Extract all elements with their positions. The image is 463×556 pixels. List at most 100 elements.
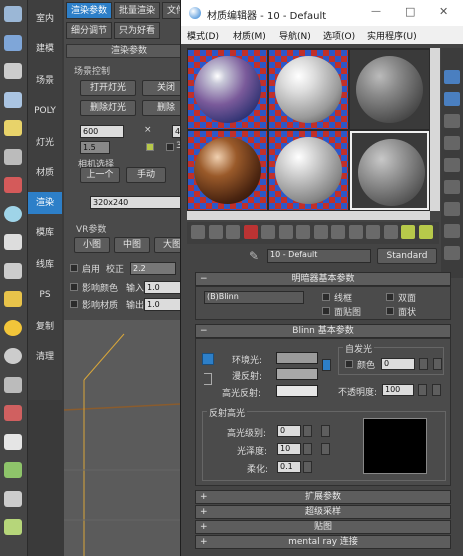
show-end-result-icon[interactable] [348,225,363,239]
blinn-params-header[interactable]: − Blinn 基本参数 [195,324,451,338]
material-id-icon[interactable] [313,225,328,239]
make-unique-icon[interactable] [278,225,293,239]
layers-icon[interactable] [4,91,22,108]
spray-icon[interactable] [4,405,22,421]
robot-icon[interactable] [4,177,22,193]
extended-params-header[interactable]: + 扩展参数 [195,490,451,504]
menu-material[interactable]: 材质(M) [233,29,266,42]
small-image-button[interactable]: 小图 [74,237,110,253]
grid-icon[interactable] [4,376,22,393]
left-tab-11[interactable]: 清理 [28,346,62,368]
selection-icon[interactable] [4,34,22,51]
checkbox-30[interactable] [166,143,174,151]
list-icon[interactable] [4,63,22,79]
minimize-button[interactable]: — [371,6,381,17]
go-forward-icon[interactable] [383,225,398,239]
diffuse-swatch[interactable] [276,368,318,380]
maps-header[interactable]: + 贴图 [195,520,451,534]
material-name-field[interactable]: 10 - Default [267,249,371,263]
soften-spinner[interactable] [303,461,312,473]
self-illum-map-button[interactable] [433,358,442,370]
correct-value-field[interactable]: 2.2 [130,262,176,275]
spec-level-value[interactable]: 0 [277,425,301,437]
spec-level-map-button[interactable] [321,425,330,437]
two-sided-checkbox[interactable] [386,293,394,301]
close-button[interactable]: ✕ [439,5,448,18]
supersampling-header[interactable]: + 超级采样 [195,505,451,519]
select-by-material-icon[interactable] [444,224,460,238]
glossiness-value[interactable]: 10 [277,443,301,455]
face-map-checkbox[interactable] [322,307,330,315]
wire-checkbox[interactable] [322,293,330,301]
tab-subdivision[interactable]: 细分调节 [66,22,112,39]
left-tab-10[interactable]: 复制 [28,316,62,338]
tab-batch-render[interactable]: 批量渲染 [114,2,160,19]
green-toggle-icon[interactable] [146,143,154,151]
left-tab-0[interactable]: 室内 [28,8,62,30]
left-tab-1[interactable]: 建模 [28,38,62,60]
opacity-spinner[interactable] [418,384,427,396]
ambient-swatch[interactable] [276,352,318,364]
viewport[interactable] [64,320,194,556]
medium-image-button[interactable]: 中图 [114,237,150,253]
value-field-600[interactable]: 600 [80,125,124,138]
menu-options[interactable]: 选项(O) [323,29,355,42]
lamp-icon[interactable] [4,120,22,136]
material-navigator-icon[interactable] [444,246,460,260]
sphere-icon[interactable] [4,205,22,222]
maximize-button[interactable]: □ [405,5,415,18]
get-material-icon[interactable] [191,225,205,239]
teapot-icon[interactable] [4,6,22,22]
sun-icon[interactable] [4,319,22,336]
soften-value[interactable]: 0.1 [277,461,301,473]
spec-level-spinner[interactable] [303,425,312,437]
slots-horizontal-scrollbar[interactable] [187,211,430,220]
faceted-checkbox[interactable] [386,307,394,315]
slot-wood-sphere[interactable] [188,131,267,210]
prev-camera-button[interactable]: 上一个 [80,167,120,183]
self-illum-value[interactable]: 0 [381,358,415,370]
self-illum-spinner[interactable] [419,358,428,370]
left-tab-7[interactable]: 模库 [28,222,62,244]
open-lights-button[interactable]: 打开灯光 [80,80,136,96]
put-to-scene-icon[interactable] [208,225,223,239]
opacity-value[interactable]: 100 [382,384,414,396]
hf-icon[interactable] [4,490,22,507]
delete-lights-button[interactable]: 删除灯光 [80,100,136,116]
uv-tiling-icon[interactable] [444,136,460,150]
glossiness-spinner[interactable] [303,443,312,455]
make-copy-icon[interactable] [261,225,275,239]
assign-to-selection-icon[interactable] [226,225,240,239]
torus-icon[interactable] [4,348,22,364]
slot-marble-sphere[interactable] [269,131,348,210]
tab-only-pretty[interactable]: 只为好看 [114,22,160,39]
text-icon[interactable] [4,234,22,250]
show-map-icon[interactable] [331,225,345,239]
menu-mode[interactable]: 模式(D) [187,29,219,42]
glossiness-map-button[interactable] [321,443,330,455]
slot-default-sphere[interactable] [350,131,429,210]
left-tab-4[interactable]: 灯光 [28,132,62,154]
tab-render-params[interactable]: 渲染参数 [66,2,112,19]
reset-icon[interactable] [243,225,258,239]
mental-ray-header[interactable]: + mental ray 连接 [195,535,451,549]
menu-utilities[interactable]: 实用程序(U) [367,29,417,42]
plant-icon[interactable] [4,462,22,478]
enable-checkbox[interactable] [70,264,78,272]
menu-navigation[interactable]: 导航(N) [279,29,311,42]
shader-type-select[interactable]: (B)Blinn [204,291,304,304]
gem-icon[interactable] [4,291,22,307]
tree-icon[interactable] [4,519,22,535]
resolution-field[interactable]: 320x240 [90,196,190,209]
left-tab-5[interactable]: 材质 [28,162,62,184]
slot-checker-sphere[interactable] [188,50,267,129]
left-tab-9[interactable]: PS [28,284,62,306]
left-tab-3[interactable]: POLY [28,100,62,122]
options-icon[interactable] [444,202,460,216]
cone-icon[interactable] [4,262,22,279]
background-icon[interactable] [444,114,460,128]
go-to-parent-icon[interactable] [366,225,380,239]
box-icon[interactable] [4,433,22,450]
move-icon[interactable] [4,148,22,165]
sample-type-icon[interactable] [444,70,460,84]
